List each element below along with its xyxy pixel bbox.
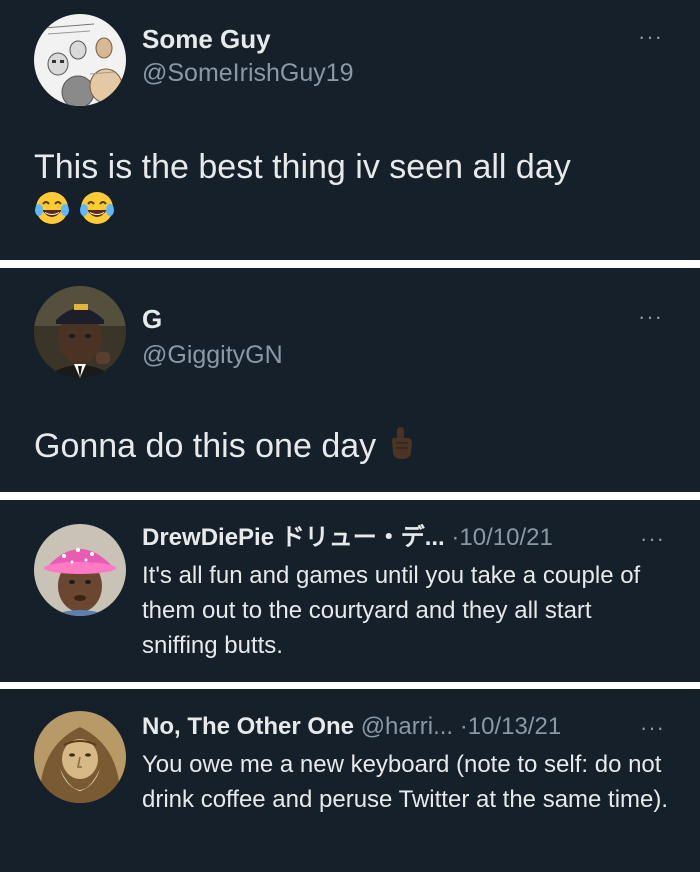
display-name[interactable]: DrewDiePie ドリュー・デ... [142,524,445,551]
tweet-text: This is the best thing iv seen all day [34,145,571,237]
tweet-text: Gonna do this one day [34,424,416,472]
reply-header: No, The Other One @harri... ·10/13/21 [142,711,561,743]
tweet-text-content: Gonna do this one day [34,427,377,465]
avatar[interactable] [34,14,126,106]
ellipsis-icon[interactable]: ··· [640,717,665,739]
handle[interactable]: @GiggityGN [142,340,283,370]
display-name[interactable]: No, The Other One [142,713,354,740]
reply-text: You owe me a new keyboard (note to self:… [142,751,669,813]
tweet-card[interactable]: Some Guy @SomeIrishGuy19 ··· This is the… [0,0,700,260]
reply-card[interactable]: DrewDiePie ドリュー・デ... ·10/10/21 ··· It's … [0,500,700,682]
laughing-tears-icon [79,190,115,237]
ellipsis-icon[interactable]: ··· [638,306,663,328]
display-name[interactable]: Some Guy [142,24,271,54]
handle[interactable]: @harri... [361,713,453,740]
ellipsis-icon[interactable]: ··· [640,528,665,550]
ellipsis-icon[interactable]: ··· [638,26,663,48]
separator: · [459,713,468,740]
tweet-card[interactable]: G @GiggityGN ··· Gonna do this one day [0,268,700,492]
avatar[interactable] [34,286,126,378]
reply-card[interactable]: No, The Other One @harri... ·10/13/21 ··… [0,689,700,872]
timestamp[interactable]: 10/13/21 [468,713,561,740]
avatar[interactable] [34,524,126,616]
display-name[interactable]: G [142,304,162,334]
timestamp[interactable]: 10/10/21 [459,524,552,551]
avatar[interactable] [34,711,126,803]
tweet-text-content: This is the best thing iv seen all day [34,148,571,186]
reply-text: It's all fun and games until you take a … [142,562,641,659]
handle[interactable]: @SomeIrishGuy19 [142,58,354,88]
point-up-icon [386,425,416,472]
reply-header: DrewDiePie ドリュー・デ... ·10/10/21 [142,522,553,554]
laughing-tears-icon [34,190,70,237]
